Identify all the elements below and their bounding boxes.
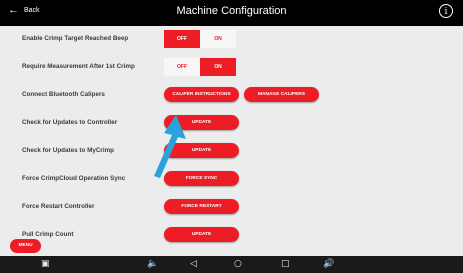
setting-row-controller-update: Check for Updates to Controller UPDATE — [0, 110, 463, 138]
measurement-on-option[interactable]: ON — [200, 58, 236, 76]
annotation-arrow-icon — [154, 115, 186, 178]
setting-label: Require Measurement After 1st Crimp — [22, 63, 135, 70]
top-bar: ← Back Machine Configuration i — [0, 0, 463, 26]
setting-label: Check for Updates to MyCrimp — [22, 147, 115, 154]
recents-square-icon[interactable]: □ — [281, 259, 290, 270]
setting-label: Check for Updates to Controller — [22, 119, 118, 126]
back-triangle-icon[interactable]: ◁ — [190, 259, 197, 270]
crimp-count-update-button[interactable]: UPDATE — [164, 227, 239, 242]
caliper-instructions-button[interactable]: CALIPER INSTRUCTIONS — [164, 87, 239, 102]
menu-button[interactable]: MENU — [10, 239, 41, 253]
force-restart-button[interactable]: FORCE RESTART — [164, 199, 239, 214]
settings-list: Enable Crimp Target Reached Beep OFF ON … — [0, 26, 463, 256]
setting-label: Force CrimpCloud Operation Sync — [22, 175, 126, 182]
volume-down-icon[interactable]: 🔈 — [147, 259, 158, 270]
setting-label: Connect Bluetooth Calipers — [22, 91, 105, 98]
setting-row-calipers: Connect Bluetooth Calipers CALIPER INSTR… — [0, 82, 463, 110]
measurement-off-option[interactable]: OFF — [164, 58, 200, 76]
volume-up-icon[interactable]: 🔊 — [323, 259, 334, 270]
info-icon[interactable]: i — [439, 4, 453, 18]
measurement-toggle: OFF ON — [164, 58, 236, 76]
beep-on-option[interactable]: ON — [200, 30, 236, 48]
page-title: Machine Configuration — [176, 5, 287, 17]
beep-toggle: OFF ON — [164, 30, 236, 48]
home-circle-icon[interactable]: ○ — [234, 259, 242, 270]
setting-row-beep: Enable Crimp Target Reached Beep OFF ON — [0, 26, 463, 54]
setting-label: Pull Crimp Count — [22, 231, 74, 238]
setting-row-crimp-count: Pull Crimp Count UPDATE — [0, 222, 463, 250]
setting-label: Force Restart Controller — [22, 203, 95, 210]
setting-row-measurement: Require Measurement After 1st Crimp OFF … — [0, 54, 463, 82]
system-nav-bar: ▣ 🔈 ◁ ○ □ 🔊 — [0, 256, 463, 273]
setting-label: Enable Crimp Target Reached Beep — [22, 35, 129, 42]
setting-row-force-sync: Force CrimpCloud Operation Sync FORCE SY… — [0, 166, 463, 194]
setting-row-mycrimp-update: Check for Updates to MyCrimp UPDATE — [0, 138, 463, 166]
manage-calipers-button[interactable]: MANAGE CALIPERS — [244, 87, 319, 102]
app-window: ← Back Machine Configuration i Enable Cr… — [0, 0, 463, 273]
screenshot-icon[interactable]: ▣ — [41, 259, 50, 270]
setting-row-force-restart: Force Restart Controller FORCE RESTART — [0, 194, 463, 222]
beep-off-option[interactable]: OFF — [164, 30, 200, 48]
